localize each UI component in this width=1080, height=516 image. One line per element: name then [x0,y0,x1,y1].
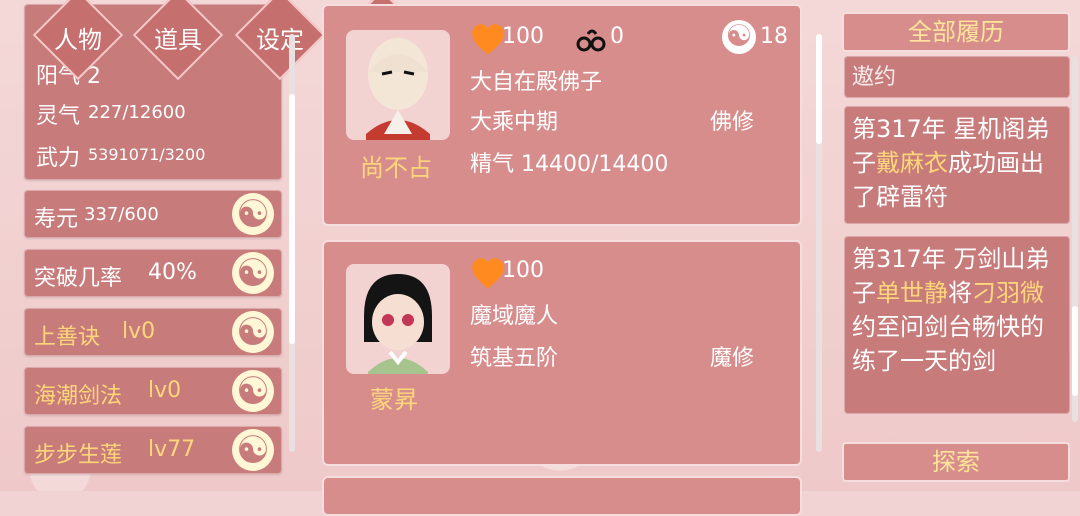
stat-value: 40% [148,260,197,285]
npc-avatar-1 [346,30,450,140]
stat-label: 海潮剑法 [34,384,123,409]
history-log-2: 第317年 万剑山弟子单世静将刁羽微约至问剑台畅快的练了一天的剑 [844,236,1070,414]
npc-portrait-2 [364,274,432,374]
heart-value-2: 100 [502,258,544,283]
npc-realm-2: 筑基五阶 [470,346,559,371]
yinyang-icon[interactable]: ☯ [232,193,274,235]
stat-row-breakthrough[interactable]: 突破几率 40% ☯ [24,249,282,297]
npc-path-1: 佛修 [710,110,755,135]
stat-label: 突破几率 [34,266,123,291]
stat-label: 寿元 [34,207,79,232]
stat-value: 337/600 [84,204,159,225]
npc-portrait-1 [366,38,430,140]
npc-path-2: 魔修 [710,346,755,371]
stat-row-skill-shangshan[interactable]: 上善诀 lv0 ☯ [24,308,282,356]
all-history-button[interactable]: 全部履历 [842,12,1070,52]
history-log-1-text: 第317年 星机阁弟子戴麻衣成功画出了辟雷符 [852,115,1050,211]
nav-tab-settings[interactable]: 设定 [232,0,328,81]
nav-label: 道具 [154,26,202,54]
ling-qi-value: 227/12600 [88,102,186,123]
nav-label: 设定 [256,26,304,54]
npc-card-1[interactable]: 尚不占 100 0 ☯ 18 大自在殿佛子 大乘中期 佛修 精气 14400/1… [322,4,802,226]
history-log-1: 第317年 星机阁弟子戴麻衣成功画出了辟雷符 [844,106,1070,224]
nav-tab-character[interactable]: 人物 [30,0,126,81]
shackle-icon [576,29,606,52]
left-scrollbar-thumb[interactable] [289,94,295,344]
heart-value-1: 100 [502,24,544,49]
wu-li-value: 5391071/3200 [88,145,206,164]
npc-card-3-partial[interactable] [322,476,802,516]
yinyang-icon[interactable]: ☯ [232,311,274,353]
npc-essence-1: 精气 14400/14400 [470,152,669,177]
yinyang-icon[interactable]: ☯ [232,252,274,294]
explore-button[interactable]: 探索 [842,442,1070,482]
yinyang-icon[interactable]: ☯ [232,370,274,412]
npc-avatar-2 [346,264,450,374]
stat-row-lifespan[interactable]: 寿元 337/600 ☯ [24,190,282,238]
history-partial-text: 遨约 [852,65,897,90]
middle-scrollbar-thumb[interactable] [816,34,822,144]
stat-value: lv77 [148,437,196,462]
shackle-value-1: 0 [610,24,624,49]
npc-sect-2: 魔域魔人 [470,304,559,329]
left-scrollbar[interactable] [289,34,295,452]
yinyang-icon[interactable]: ☯ [232,429,274,471]
history-log-2-text: 第317年 万剑山弟子单世静将刁羽微约至问剑台畅快的练了一天的剑 [852,245,1050,375]
stat-label: 上善诀 [34,325,101,350]
heart-icon [472,258,504,289]
heart-icon [472,24,504,55]
npc-realm-1: 大乘中期 [470,110,559,135]
nav-tab-items[interactable]: 道具 [130,0,226,81]
npc-name-2: 蒙昇 [370,386,418,414]
history-log-partial: 遨约 [844,56,1070,98]
stat-value: lv0 [148,378,182,403]
right-scrollbar[interactable] [1072,56,1078,422]
ling-qi-label: 灵气 [36,104,81,129]
stat-row-skill-bubushenglian[interactable]: 步步生莲 lv77 ☯ [24,426,282,474]
nav-label: 人物 [54,26,102,54]
npc-card-2[interactable]: 蒙昇 100 魔域魔人 筑基五阶 魔修 [322,240,802,466]
stat-value: lv0 [122,319,156,344]
npc-sect-1: 大自在殿佛子 [470,70,603,95]
stat-row-skill-haichao[interactable]: 海潮剑法 lv0 ☯ [24,367,282,415]
right-scrollbar-thumb[interactable] [1072,306,1078,396]
wu-li-label: 武力 [36,146,81,171]
middle-scrollbar[interactable] [816,34,822,452]
stat-label: 步步生莲 [34,443,123,468]
npc-name-1: 尚不占 [360,154,432,182]
yinyang-icon: ☯ [722,20,756,54]
yinyang-count-1: 18 [760,24,788,49]
